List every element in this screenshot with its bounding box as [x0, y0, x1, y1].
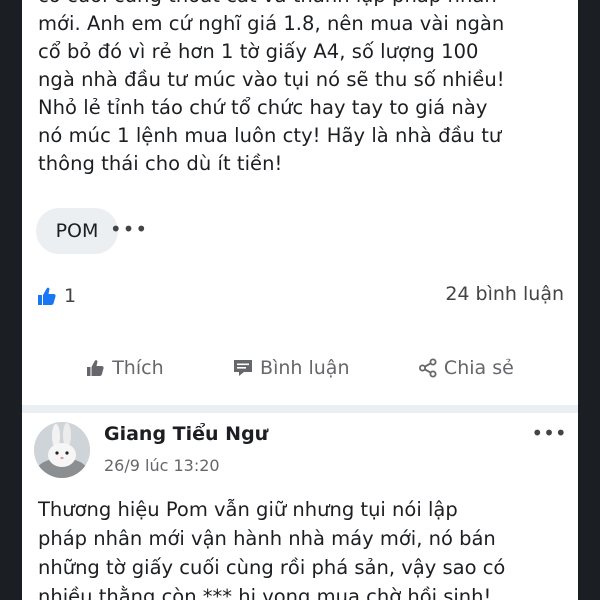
like-button[interactable]: Thích: [86, 357, 164, 379]
post-body-line: pháp nhân mới vận hành nhà máy mới, nó b…: [38, 527, 496, 550]
post-body-line: thông thái cho dù ít tiền!: [38, 152, 283, 175]
reaction-summary[interactable]: 1: [36, 283, 76, 309]
post-body: có cuối cùng thoát cát và thành lập pháp…: [38, 0, 564, 178]
post-body-line: ngà nhà đầu tư múc vào tụi nó sẽ thu số …: [38, 68, 505, 91]
post-body-line: có cuối cùng thoát cát và thành lập pháp…: [38, 0, 564, 10]
post-timestamp[interactable]: 26/9 lúc 13:20: [104, 456, 220, 475]
comment-bubble-icon: [234, 360, 253, 376]
rabbit-avatar-image: [34, 422, 90, 478]
post-card: Giang Tiểu Ngư 26/9 lúc 13:20 ••• Thương…: [22, 413, 578, 600]
thumbs-up-badge-icon: [38, 287, 56, 305]
author-name[interactable]: Giang Tiểu Ngư: [104, 423, 268, 445]
post-body-line: Thương hiệu Pom vẫn giữ nhưng tụi nói lậ…: [38, 498, 458, 521]
comment-button-label: Bình luận: [260, 357, 350, 379]
avatar[interactable]: [34, 422, 90, 478]
comment-count-link[interactable]: 24 bình luận: [445, 283, 564, 305]
tag-chip-pom[interactable]: POM: [36, 208, 118, 254]
comment-button[interactable]: Bình luận: [232, 357, 350, 379]
thumbs-up-icon: [87, 360, 104, 376]
post-body-line: Nhỏ lẻ tỉnh táo chứ tổ chức hay tay to g…: [38, 96, 488, 119]
share-button-label: Chia sẻ: [443, 357, 514, 379]
post-body-line: cổ bỏ đó vì rẻ hơn 1 tờ giấy A4, số lượn…: [38, 40, 479, 63]
post-body: Thương hiệu Pom vẫn giữ nhưng tụi nói lậ…: [38, 495, 566, 600]
post-card: có cuối cùng thoát cát và thành lập pháp…: [22, 0, 578, 405]
post-body-line: những tờ giấy cuối cùng rồi phá sản, vậy…: [38, 556, 506, 579]
left-screen-edge: [0, 0, 22, 600]
post-body-line: mới. Anh em cứ nghĩ giá 1.8, nên mua vài…: [38, 12, 505, 35]
more-horizontal-icon[interactable]: •••: [110, 214, 147, 244]
like-button-label: Thích: [112, 357, 164, 379]
right-screen-edge: [578, 0, 600, 600]
more-horizontal-icon[interactable]: •••: [531, 421, 566, 445]
post-action-bar: Thích Bình luận Chia sẻ: [22, 340, 578, 396]
like-count: 1: [64, 285, 77, 307]
share-icon: [418, 358, 437, 378]
share-button[interactable]: Chia sẻ: [418, 357, 514, 379]
post-body-line: nhiều thằng còn *** hi vọng mua chờ hồi …: [38, 585, 492, 600]
post-body-line: nó múc 1 lệnh mua luôn cty! Hãy là nhà đ…: [38, 124, 502, 147]
